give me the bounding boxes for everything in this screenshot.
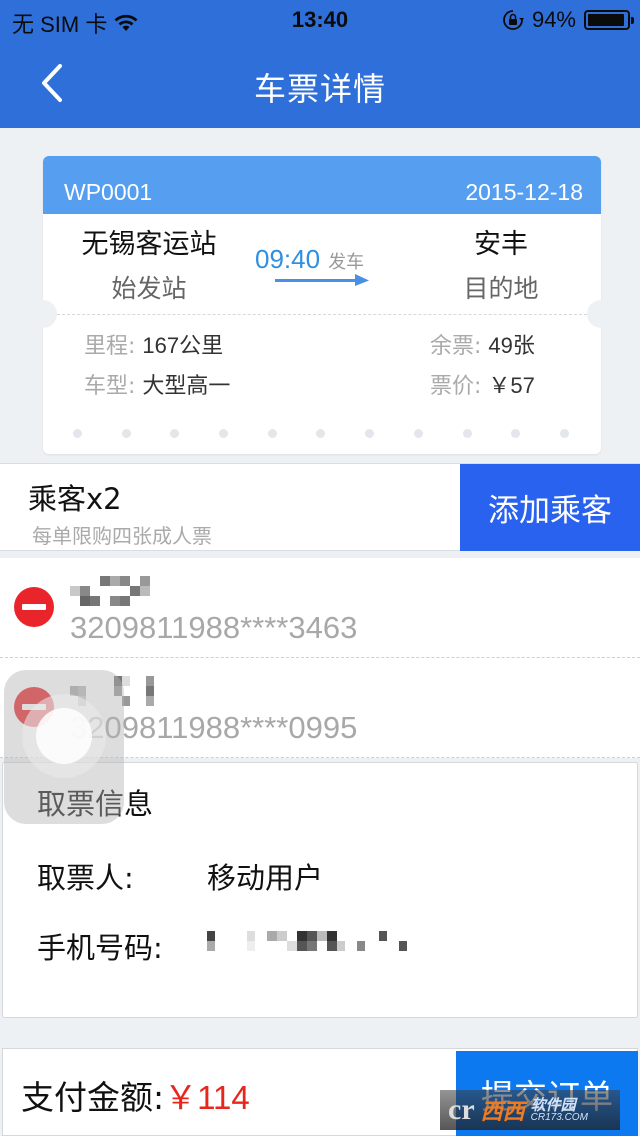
passenger-id-number: 3209811988****3463 xyxy=(70,610,358,645)
ticket-notch-right xyxy=(587,300,615,328)
distance-label: 里程: xyxy=(84,334,136,359)
rotation-lock-icon xyxy=(503,10,524,30)
departure: 09:40 发车 xyxy=(255,244,364,275)
watermark-sub: 软件园 xyxy=(530,1095,576,1114)
bus-type-label: 车型: xyxy=(84,374,136,399)
distance: 里程: 167公里 xyxy=(84,328,223,360)
watermark-logo-icon: cr xyxy=(448,1093,475,1126)
passenger-name-pixelated xyxy=(70,576,170,606)
delete-passenger-icon[interactable] xyxy=(14,587,54,627)
phone-label: 手机号码: xyxy=(37,931,163,965)
pixelated-phone xyxy=(207,931,407,951)
origin-station: 无锡客运站 始发站 xyxy=(49,222,249,305)
watermark-brand: 西西 xyxy=(480,1100,525,1125)
ticket-header: WP0001 2015-12-18 xyxy=(43,156,601,214)
remaining-value: 49张 xyxy=(488,333,535,358)
add-passenger-button[interactable]: 添加乘客 xyxy=(460,464,640,551)
collector-row: 取票人: 移动用户 xyxy=(37,855,323,897)
navigation-bar: 无 SIM 卡 13:40 94% 车票详情 xyxy=(0,0,640,128)
passenger-header: 乘客x2 每单限购四张成人票 添加乘客 xyxy=(0,463,640,551)
ticket-notch-left xyxy=(29,300,57,328)
collector-label: 取票人: xyxy=(37,861,134,895)
departure-label: 发车 xyxy=(328,252,365,273)
status-bar: 无 SIM 卡 13:40 94% xyxy=(0,0,640,40)
payment-label: 支付金额: xyxy=(21,1078,165,1117)
assistive-touch-icon xyxy=(22,694,106,778)
phone-value-pixelated[interactable] xyxy=(207,925,417,966)
remaining-tickets: 余票: 49张 xyxy=(430,328,535,360)
destination-role: 目的地 xyxy=(463,274,539,303)
origin-name: 无锡客运站 xyxy=(81,229,217,260)
phone-row: 手机号码: xyxy=(37,925,407,967)
watermark-domain: CR173.COM xyxy=(530,1111,588,1123)
distance-value: 167公里 xyxy=(142,333,224,358)
remaining-label: 余票: xyxy=(430,334,482,359)
payment-amount: ￥114 xyxy=(164,1079,250,1116)
battery-icon xyxy=(584,10,634,30)
perforation-dots xyxy=(73,429,569,438)
origin-role: 始发站 xyxy=(111,274,187,303)
bus-type-value: 大型高一 xyxy=(142,373,231,398)
purchase-limit-note: 每单限购四张成人票 xyxy=(32,524,212,548)
passenger-count: 乘客x2 xyxy=(28,482,122,516)
ticket-price: 票价: ￥57 xyxy=(430,368,535,400)
battery-percent: 94% xyxy=(531,7,576,32)
price-value: ￥57 xyxy=(488,373,535,398)
payment-total: 支付金额:￥114 xyxy=(21,1071,250,1119)
departure-time: 09:40 xyxy=(255,244,321,274)
divider xyxy=(57,314,587,315)
ticket-card: WP0001 2015-12-18 无锡客运站 始发站 09:40 发车 安丰 … xyxy=(43,156,601,454)
pixelated-name xyxy=(70,576,150,606)
list-item: 3209811988****3463 xyxy=(0,558,640,658)
assistive-touch-button[interactable] xyxy=(4,670,124,824)
arrow-right-icon xyxy=(275,274,369,286)
battery-fill xyxy=(588,14,624,26)
destination-station: 安丰 目的地 xyxy=(401,222,601,305)
page-title: 车票详情 xyxy=(253,70,386,108)
collector-value[interactable]: 移动用户 xyxy=(207,855,323,897)
ticket-code: WP0001 xyxy=(64,179,153,205)
ticket-date: 2015-12-18 xyxy=(465,179,583,205)
watermark: cr 西西 软件园 CR173.COM xyxy=(440,1090,620,1130)
price-label: 票价: xyxy=(430,374,482,399)
destination-name: 安丰 xyxy=(474,229,528,260)
bus-type: 车型: 大型高一 xyxy=(84,368,230,400)
